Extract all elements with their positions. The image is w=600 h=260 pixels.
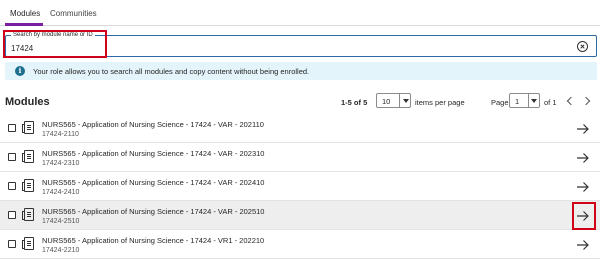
page-select[interactable]: 1 bbox=[509, 93, 540, 108]
module-doc-icon bbox=[22, 208, 34, 221]
module-title[interactable]: NURS565 - Application of Nursing Science… bbox=[42, 207, 264, 216]
info-banner: i Your role allows you to search all mod… bbox=[5, 62, 597, 80]
active-tab-indicator bbox=[5, 23, 43, 26]
module-title[interactable]: NURS565 - Application of Nursing Science… bbox=[42, 236, 264, 245]
list-item[interactable]: NURS565 - Application of Nursing Science… bbox=[0, 172, 600, 201]
tab-modules[interactable]: Modules bbox=[10, 9, 40, 18]
clear-circle-icon[interactable] bbox=[577, 41, 588, 52]
page-title: Modules bbox=[5, 96, 50, 108]
select-divider bbox=[399, 94, 400, 107]
row-checkbox[interactable] bbox=[8, 211, 16, 219]
module-doc-icon bbox=[22, 150, 34, 163]
list-item[interactable]: NURS565 - Application of Nursing Science… bbox=[0, 114, 600, 143]
chevron-right-icon[interactable] bbox=[581, 96, 591, 106]
module-id: 17424-2210 bbox=[42, 247, 80, 254]
arrow-right-icon[interactable] bbox=[576, 123, 590, 135]
info-text: Your role allows you to search all modul… bbox=[33, 67, 310, 76]
module-title[interactable]: NURS565 - Application of Nursing Science… bbox=[42, 120, 264, 129]
caret-down-icon bbox=[531, 99, 537, 103]
results-count: 1-5 of 5 bbox=[341, 98, 368, 107]
tab-bar: Modules Communities bbox=[0, 0, 600, 26]
module-doc-icon bbox=[22, 237, 34, 250]
info-icon: i bbox=[15, 66, 25, 76]
items-per-page-label: items per page bbox=[415, 98, 465, 107]
select-divider bbox=[528, 94, 529, 107]
caret-down-icon bbox=[403, 99, 409, 103]
module-id: 17424-2310 bbox=[42, 160, 80, 167]
list-item[interactable]: NURS565 - Application of Nursing Science… bbox=[0, 201, 600, 230]
row-checkbox[interactable] bbox=[8, 124, 16, 132]
module-id: 17424-2410 bbox=[42, 189, 80, 196]
list-item[interactable]: NURS565 - Application of Nursing Science… bbox=[0, 230, 600, 259]
row-checkbox[interactable] bbox=[8, 240, 16, 248]
chevron-left-icon[interactable] bbox=[566, 96, 576, 106]
items-per-page-value: 10 bbox=[382, 97, 391, 106]
page-total: of 1 bbox=[544, 98, 557, 107]
arrow-right-icon[interactable] bbox=[576, 181, 590, 193]
page-value: 1 bbox=[515, 97, 520, 106]
items-per-page-select[interactable]: 10 bbox=[376, 93, 411, 108]
module-doc-icon bbox=[22, 121, 34, 134]
module-title[interactable]: NURS565 - Application of Nursing Science… bbox=[42, 178, 264, 187]
arrow-right-icon[interactable] bbox=[576, 239, 590, 251]
module-id: 17424-2510 bbox=[42, 218, 80, 225]
list-item[interactable]: NURS565 - Application of Nursing Science… bbox=[0, 143, 600, 172]
search-highlight-box bbox=[3, 30, 107, 58]
row-checkbox[interactable] bbox=[8, 153, 16, 161]
arrow-highlight-box bbox=[572, 202, 596, 230]
module-id: 17424-2110 bbox=[42, 131, 79, 138]
arrow-right-icon[interactable] bbox=[576, 152, 590, 164]
tab-communities[interactable]: Communities bbox=[50, 9, 97, 18]
module-title[interactable]: NURS565 - Application of Nursing Science… bbox=[42, 149, 264, 158]
page-label: Page bbox=[491, 98, 509, 107]
module-doc-icon bbox=[22, 179, 34, 192]
row-checkbox[interactable] bbox=[8, 182, 16, 190]
